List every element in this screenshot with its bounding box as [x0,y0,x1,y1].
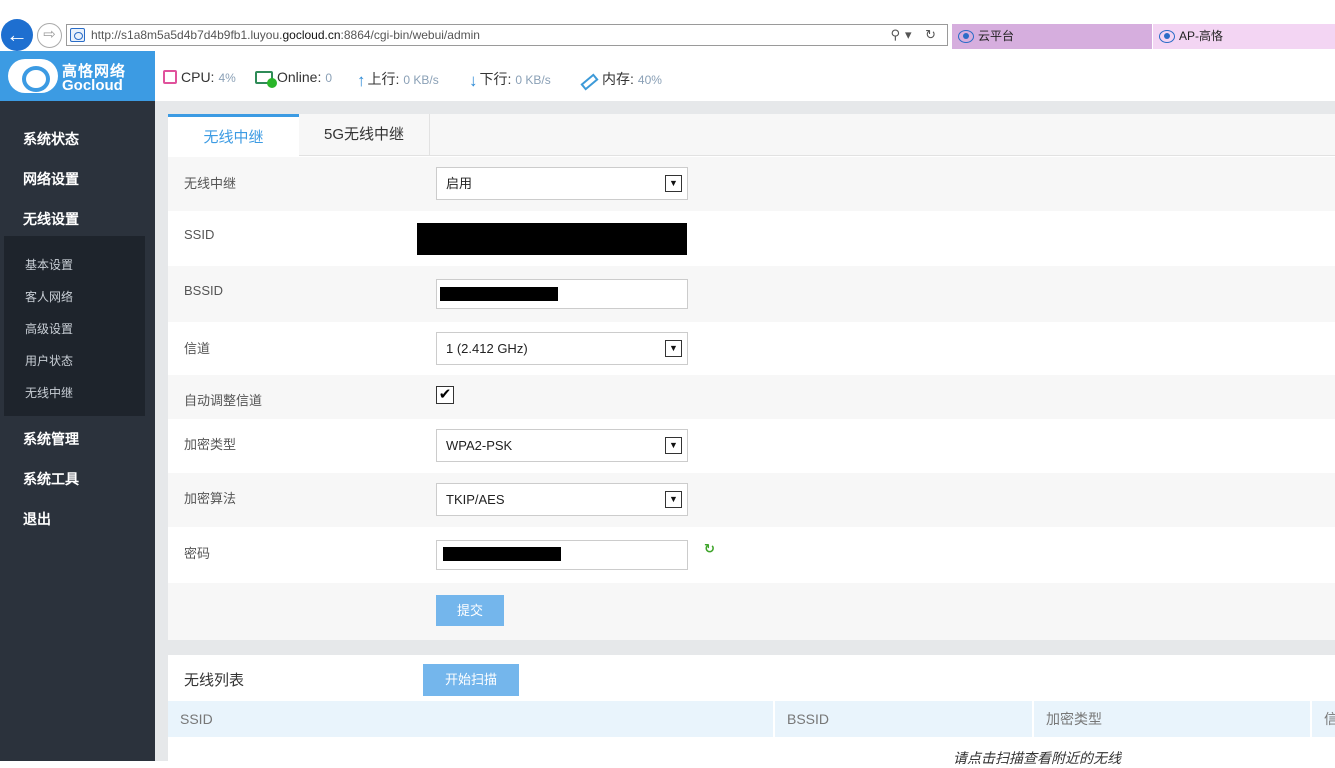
form-row-auto-channel: 自动调整信道 ✔ [168,375,1335,419]
enc-algo-select[interactable]: TKIP/AES ▼ [436,483,688,516]
sidebar-item-logout[interactable]: 退出 [23,509,51,529]
refresh-icon[interactable]: ↻ [704,541,715,557]
sidebar-subitem-guest[interactable]: 客人网络 [25,288,73,305]
wireless-list-title: 无线列表 [184,672,245,689]
upload-stat: ↑ 上行: 0 KB/s [357,71,439,90]
form-row-submit: 提交 [168,583,1335,640]
memory-value: 40% [637,73,662,87]
online-value: 0 [325,71,333,85]
search-refresh-icons[interactable]: ⚲▾ ↻ [890,27,941,43]
chevron-down-icon: ▼ [665,437,682,454]
brand-logo: 高恪网络 Gocloud [0,51,155,101]
browser-tab-ap[interactable]: AP-高恪 [1153,24,1335,49]
upload-arrow-icon: ↑ [357,71,366,90]
back-button[interactable]: ← [1,19,33,51]
form-row-ssid: SSID [168,211,1335,266]
tab-bar: 无线中继 5G无线中继 [168,114,1335,156]
tab-wireless-repeater[interactable]: 无线中继 [168,114,299,156]
column-bssid[interactable]: BSSID [775,701,1034,737]
ssid-label: SSID [184,227,215,242]
monitor-check-icon [255,71,277,88]
form-row-enc-algo: 加密算法 TKIP/AES ▼ [168,473,1335,527]
main-content: 无线中继 5G无线中继 无线中继 启用 ▼ SSID BSSID 信道 1 (2.… [155,101,1335,766]
sidebar-item-network-settings[interactable]: 网络设置 [23,169,79,189]
forward-button[interactable]: ⇨ [37,23,62,48]
chevron-down-icon: ▼ [665,175,682,192]
channel-select[interactable]: 1 (2.412 GHz) ▼ [436,332,688,365]
wireless-list-panel: 无线列表 开始扫描 SSID BSSID 加密类型 信 请点击扫描查看附近的无线 [168,655,1335,766]
enc-type-label: 加密类型 [184,437,237,452]
chevron-down-icon: ▼ [665,340,682,357]
column-ssid[interactable]: SSID [168,701,775,737]
form-row-channel: 信道 1 (2.412 GHz) ▼ [168,322,1335,375]
form-row-enc-type: 加密类型 WPA2-PSK ▼ [168,419,1335,473]
form-row-enable: 无线中继 启用 ▼ [168,157,1335,211]
status-bar: CPU: 4% Online: 0 ↑ 上行: 0 KB/s ↓ 下行: 0 KB/s 内存… [155,51,1335,101]
enc-algo-label: 加密算法 [184,491,237,506]
cpu-value: 4% [218,71,236,85]
start-scan-button[interactable]: 开始扫描 [423,664,519,696]
sidebar-subitem-repeater[interactable]: 无线中继 [25,384,73,401]
memory-stat: 内存: 40% [580,69,662,91]
tab-5g-wireless-repeater[interactable]: 5G无线中继 [299,114,430,156]
password-input[interactable] [436,540,688,570]
memory-chip-icon [580,73,599,91]
sidebar-item-system-tools[interactable]: 系统工具 [23,469,79,489]
password-redaction [443,547,561,561]
enable-label: 无线中继 [184,176,237,191]
download-arrow-icon: ↓ [469,71,478,90]
tab-page-icon [958,30,974,43]
chevron-down-icon: ▼ [665,491,682,508]
sidebar-item-system-status[interactable]: 系统状态 [23,129,79,149]
auto-channel-label: 自动调整信道 [184,393,263,408]
cloud-logo-icon [8,59,58,93]
wireless-submenu: 基本设置 客人网络 高级设置 用户状态 无线中继 [4,236,145,416]
repeater-panel: 无线中继 5G无线中继 无线中继 启用 ▼ SSID BSSID 信道 1 (2.… [168,114,1335,640]
ssid-input-redacted[interactable] [417,223,687,255]
sidebar-subitem-user-status[interactable]: 用户状态 [25,352,73,369]
empty-list-message: 请点击扫描查看附近的无线 [953,750,1121,766]
url-text: http://s1a8m5a5d4b7d4b9fb1.luyou.gocloud… [91,28,480,42]
bssid-redaction [440,287,558,301]
browser-tab-cloud[interactable]: 云平台 [952,24,1152,49]
column-channel[interactable]: 信 [1312,701,1335,737]
sidebar-item-system-management[interactable]: 系统管理 [23,429,79,449]
bssid-input[interactable] [436,279,688,309]
auto-channel-checkbox[interactable]: ✔ [436,386,454,404]
column-encryption[interactable]: 加密类型 [1034,701,1312,737]
wireless-list-header: SSID BSSID 加密类型 信 [168,701,1335,737]
browser-toolbar: ← ⇨ http://s1a8m5a5d4b7d4b9fb1.luyou.goc… [0,0,1335,51]
download-stat: ↓ 下行: 0 KB/s [469,71,551,90]
enc-type-select[interactable]: WPA2-PSK ▼ [436,429,688,462]
password-label: 密码 [184,546,211,561]
bssid-label: BSSID [184,283,224,298]
sidebar: 系统状态 网络设置 无线设置 基本设置 客人网络 高级设置 用户状态 无线中继 … [0,101,155,761]
sidebar-item-wireless-settings[interactable]: 无线设置 [23,209,79,229]
enable-select[interactable]: 启用 ▼ [436,167,688,200]
channel-label: 信道 [184,341,211,356]
submit-button[interactable]: 提交 [436,595,504,626]
cpu-stat: CPU: 4% [163,69,236,85]
site-icon [70,28,85,42]
download-value: 0 KB/s [515,73,551,87]
tab-page-icon [1159,30,1175,43]
online-stat: Online: 0 [255,69,333,88]
form-row-password: 密码 ↻ [168,527,1335,583]
upload-value: 0 KB/s [403,73,439,87]
address-bar[interactable]: http://s1a8m5a5d4b7d4b9fb1.luyou.gocloud… [66,24,948,46]
brand-name-en: Gocloud [62,77,123,94]
form-row-bssid: BSSID [168,266,1335,322]
cpu-icon [163,70,177,84]
sidebar-subitem-basic[interactable]: 基本设置 [25,256,73,273]
sidebar-subitem-advanced[interactable]: 高级设置 [25,320,73,337]
